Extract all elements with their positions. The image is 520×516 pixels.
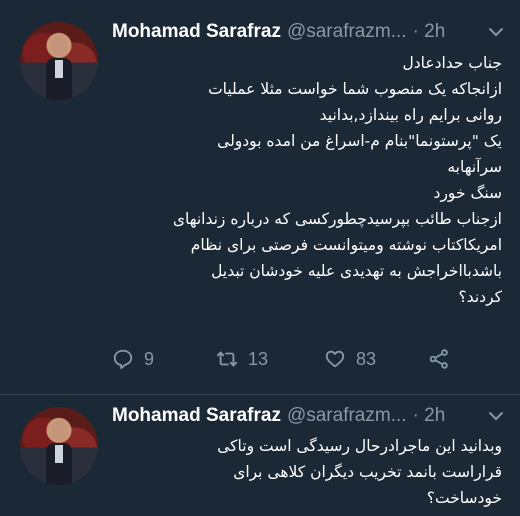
chevron-down-icon[interactable] [486, 406, 506, 426]
tweet-actions: 9 13 83 [112, 345, 472, 373]
tweet-line: خودساخت؟ [426, 489, 502, 507]
author-handle[interactable]: @sarafrazm... [287, 405, 407, 427]
tweet-line: قراراست بانمد تخریب دیگران کلاهی برای [233, 463, 502, 481]
reply-icon [113, 349, 133, 370]
tweet-line: کردند؟ [458, 288, 502, 306]
like-icon [325, 350, 345, 368]
author-name[interactable]: Mohamad Sarafraz [112, 21, 281, 43]
tweet-header: Mohamad Sarafraz @sarafrazm... · 2h [112, 402, 445, 430]
tweet-1[interactable]: Mohamad Sarafraz @sarafrazm... · 2h جناب… [0, 0, 520, 395]
retweet-button[interactable]: 13 [216, 345, 268, 373]
tweet-line: سرآنهابه [447, 158, 502, 176]
tweet-line: سنگ خورد [433, 184, 502, 202]
tweet-time: · 2h [412, 21, 446, 42]
avatar[interactable] [20, 407, 98, 485]
retweet-count: 13 [248, 348, 269, 369]
reply-count: 9 [144, 348, 155, 369]
tweet-line: ازانجاکه یک منصوب شما خواست مثلا عملیات [208, 80, 502, 98]
avatar[interactable] [20, 22, 98, 100]
like-button[interactable]: 83 [324, 345, 376, 373]
author-name[interactable]: Mohamad Sarafraz [112, 405, 281, 427]
avatar-shirt [55, 445, 63, 463]
reply-button[interactable]: 9 [112, 345, 154, 373]
tweet-line: وبدانید این ماجرادرحال رسیدگی است وتاکی [217, 437, 502, 455]
avatar-shirt [55, 60, 63, 78]
tweet-line: جناب حدادعادل [402, 54, 502, 72]
tweet-line: امریکاکتاب نوشته ومیتوانست فرصتی برای نظ… [190, 236, 502, 254]
author-handle[interactable]: @sarafrazm... [287, 21, 407, 43]
tweet-header: Mohamad Sarafraz @sarafrazm... · 2h [112, 18, 445, 46]
like-count: 83 [356, 348, 377, 369]
tweet-line: روانی برایم راه بیندازد,بدانید [319, 106, 502, 124]
avatar-head [51, 421, 67, 441]
retweet-icon [216, 351, 238, 367]
share-icon [429, 349, 448, 369]
tweet-line: ازجناب طائب بپرسیدچطورکسی که درباره زندا… [172, 210, 502, 228]
share-button[interactable] [428, 345, 460, 373]
chevron-down-icon[interactable] [486, 22, 506, 42]
tweet-text: وبدانید این ماجرادرحال رسیدگی است وتاکی … [112, 433, 502, 511]
tweet-2[interactable]: Mohamad Sarafraz @sarafrazm... · 2h وبدا… [0, 395, 520, 516]
tweet-line: یک "پرستونما"بنام م-اسراغ من امده بودولی [217, 132, 502, 150]
tweet-text: جناب حدادعادل ازانجاکه یک منصوب شما خواس… [112, 50, 502, 310]
tweet-time: · 2h [412, 405, 446, 426]
avatar-head [51, 36, 67, 56]
tweet-line: باشدبااخراجش به تهدیدی علیه خودشان تبدیل [211, 262, 502, 280]
